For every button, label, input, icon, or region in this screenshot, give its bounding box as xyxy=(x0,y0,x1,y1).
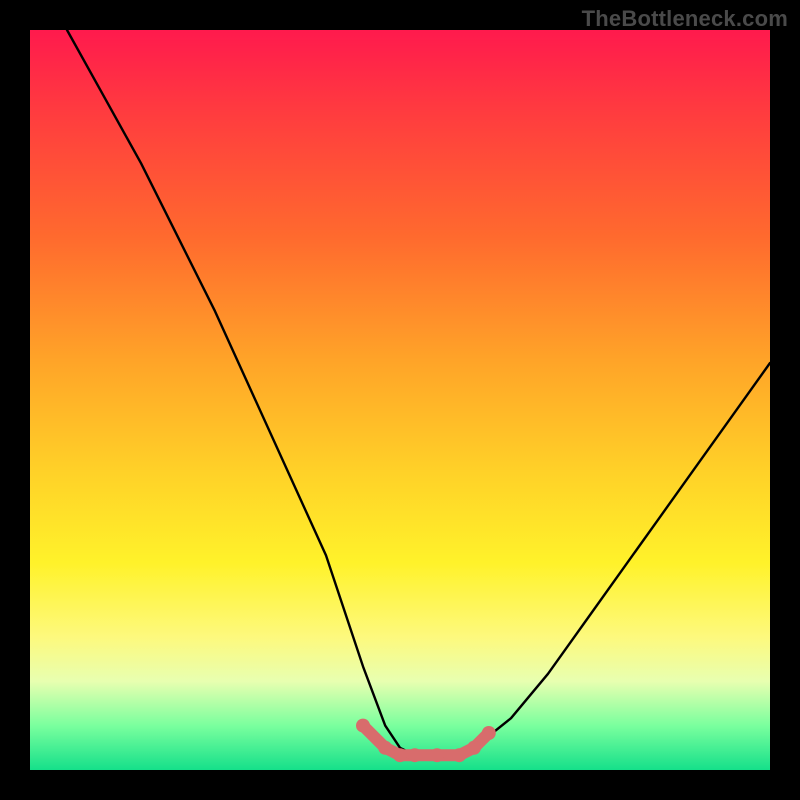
valley-dot xyxy=(467,741,481,755)
valley-dot xyxy=(482,726,496,740)
chart-frame: TheBottleneck.com xyxy=(0,0,800,800)
curve-layer xyxy=(30,30,770,770)
valley-dot xyxy=(430,748,444,762)
valley-dot xyxy=(356,719,370,733)
bottleneck-curve xyxy=(67,30,770,755)
watermark-label: TheBottleneck.com xyxy=(582,6,788,32)
plot-area xyxy=(30,30,770,770)
valley-dot xyxy=(452,748,466,762)
valley-dot xyxy=(378,741,392,755)
valley-dot xyxy=(408,748,422,762)
valley-dot xyxy=(393,748,407,762)
